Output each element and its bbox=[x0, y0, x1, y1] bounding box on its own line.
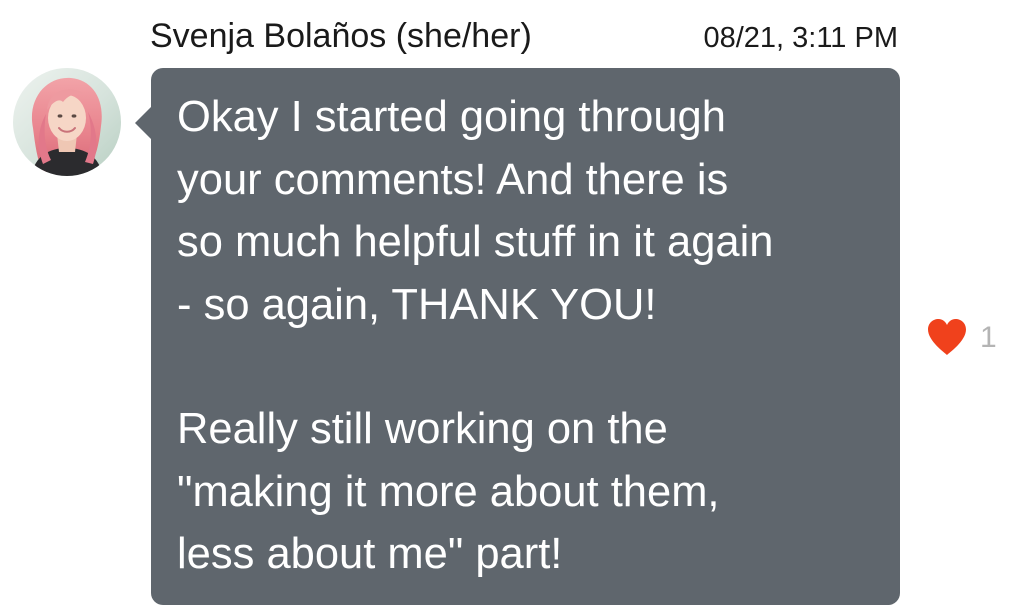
message-line: your comments! And there is bbox=[177, 155, 729, 204]
message-line: Okay I started going through bbox=[177, 93, 726, 141]
bubble-tail bbox=[135, 106, 152, 140]
reaction-count: 1 bbox=[980, 321, 997, 354]
heart-icon[interactable] bbox=[926, 317, 968, 357]
message-bubble[interactable]: Okay I started going through your commen… bbox=[151, 68, 900, 605]
avatar[interactable] bbox=[13, 68, 121, 176]
message-line: so much helpful stuff in it again bbox=[177, 218, 774, 266]
message-paragraph: Okay I started going through your commen… bbox=[177, 86, 876, 336]
message-line: - so again, THANK YOU! bbox=[177, 280, 657, 329]
message-timestamp: 08/21, 3:11 PM bbox=[703, 22, 898, 54]
chat-message: Svenja Bolaños (she/her) 08/21, 3:11 PM bbox=[0, 0, 1017, 613]
message-line: "making it more about them, bbox=[177, 467, 720, 516]
message-header: Svenja Bolaños (she/her) 08/21, 3:11 PM bbox=[150, 12, 900, 60]
message-line: less about me" part! bbox=[177, 530, 563, 578]
reaction[interactable]: 1 bbox=[926, 312, 1006, 362]
message-line: Really still working on the bbox=[177, 405, 668, 453]
message-paragraph: Really still working on the "making it m… bbox=[177, 398, 876, 586]
avatar-photo bbox=[13, 68, 121, 176]
sender-name[interactable]: Svenja Bolaños (she/her) bbox=[150, 14, 532, 58]
